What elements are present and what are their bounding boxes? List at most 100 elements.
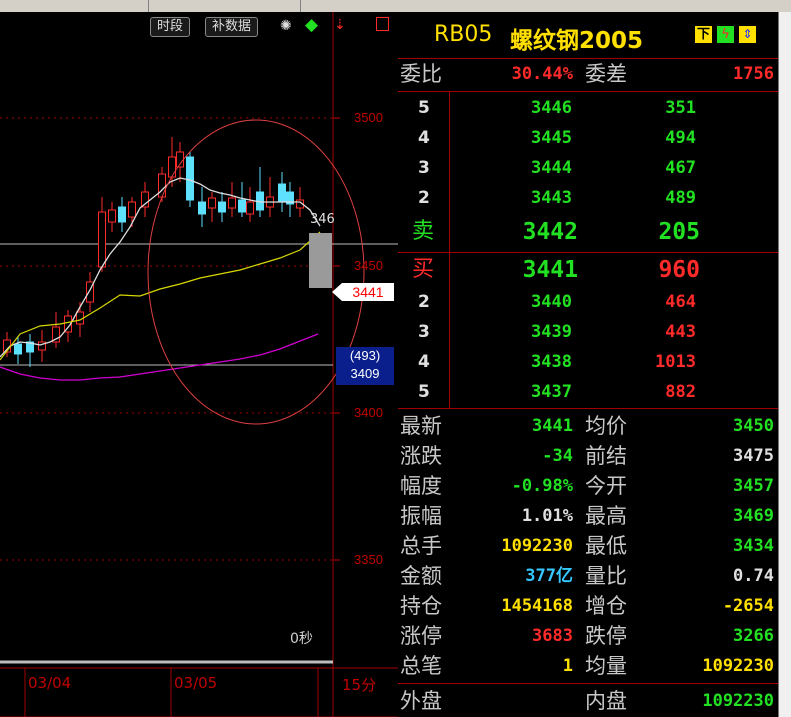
candle-body	[158, 173, 166, 198]
stat-label: 增仓	[585, 594, 627, 618]
seconds-label: 0秒	[290, 631, 313, 647]
stat-value: 3266	[733, 626, 774, 646]
stat-label: 振幅	[400, 504, 442, 528]
sell-volume-best: 205	[658, 219, 700, 245]
lightning-icon[interactable]: ϟ	[717, 26, 734, 43]
supplement-data-button[interactable]: 补数据	[205, 17, 259, 37]
candle-body	[14, 343, 22, 355]
stat-label: 总笔	[400, 654, 442, 678]
candle-body	[198, 201, 206, 215]
stat-value: 377亿	[525, 566, 573, 586]
candle-body	[208, 197, 216, 209]
toolbar-tab[interactable]	[150, 0, 301, 12]
stat-label: 均量	[585, 654, 627, 678]
stat-value: -34	[542, 446, 573, 466]
stat-value: 1454168	[501, 596, 573, 616]
price-pointer-icon	[332, 283, 342, 301]
stat-value: 3469	[733, 506, 774, 526]
right-scrollbar[interactable]	[778, 12, 791, 717]
candle-body	[128, 201, 136, 218]
stat-value: 0.74	[733, 566, 774, 586]
sell-price[interactable]: 3443	[458, 184, 572, 212]
diff-label: 委差	[585, 62, 627, 86]
outer-label: 外盘	[400, 689, 442, 713]
candle-body	[246, 201, 254, 215]
buy-volume: 443	[665, 322, 696, 342]
stat-value: 1092230	[501, 536, 573, 556]
sell-level: 5	[418, 98, 430, 118]
stat-label: 跌停	[585, 624, 627, 648]
buy-level: 3	[418, 322, 430, 342]
candle-body	[168, 156, 176, 178]
window-icon[interactable]	[376, 17, 389, 31]
stat-label: 今开	[585, 474, 627, 498]
ma-long-line	[0, 333, 319, 381]
candle-body	[278, 183, 286, 203]
arrow-down-icon[interactable]: ⇣	[334, 16, 346, 34]
buy-price[interactable]: 3439	[458, 318, 572, 346]
down-button[interactable]: 下	[695, 26, 712, 43]
stat-value: 3457	[733, 476, 774, 496]
stat-value: 3450	[733, 416, 774, 436]
price-tick: 3400	[354, 405, 383, 420]
stat-label: 均价	[585, 414, 627, 438]
buy-price[interactable]: 3437	[458, 378, 572, 406]
divider	[398, 408, 778, 409]
gear-icon[interactable]: ✺	[280, 17, 292, 35]
candle-body	[218, 201, 226, 213]
sell-price[interactable]: 3446	[458, 94, 572, 122]
candle-body	[108, 209, 116, 223]
stat-label: 金额	[400, 564, 442, 588]
inner-value: 1092230	[702, 691, 774, 711]
sell-volume: 489	[665, 188, 696, 208]
divider	[398, 683, 778, 684]
period-button[interactable]: 时段	[150, 17, 191, 37]
sell-price[interactable]: 3444	[458, 154, 572, 182]
sell-volume: 467	[665, 158, 696, 178]
volume-tag-value: (493)	[349, 348, 381, 363]
buy-level: 5	[418, 382, 430, 402]
ratio-label: 委比	[400, 62, 442, 86]
buy-volume: 1013	[655, 352, 696, 372]
quote-panel: RB05 螺纹钢2005 下 ϟ ⇕ 委比 30.44% 委差 1756 5 3…	[398, 12, 778, 717]
date-label: 03/04	[28, 674, 72, 692]
ratio-value: 30.44%	[511, 64, 573, 84]
sell-level: 2	[418, 188, 430, 208]
candle-body	[98, 211, 106, 268]
volume-tag-price: 3409	[350, 366, 380, 381]
stat-label: 幅度	[400, 474, 442, 498]
date-label: 03/05	[174, 674, 218, 692]
sell-price[interactable]: 3445	[458, 124, 572, 152]
buy-level: 2	[418, 292, 430, 312]
stat-value: 3683	[532, 626, 573, 646]
sell-volume: 351	[665, 98, 696, 118]
stat-label: 涨跌	[400, 444, 442, 468]
timeframe-label[interactable]: 15分	[342, 674, 376, 695]
stat-value: 1	[562, 656, 573, 676]
contract-name: 螺纹钢2005	[510, 28, 644, 54]
buy-price[interactable]: 3440	[458, 288, 572, 316]
diamond-icon[interactable]: ◆	[305, 16, 318, 34]
buy-price-best[interactable]: 3441	[458, 256, 578, 284]
stat-label: 前结	[585, 444, 627, 468]
stat-value: -0.98%	[511, 476, 573, 496]
stat-value: 1.01%	[521, 506, 573, 526]
buy-price[interactable]: 3438	[458, 348, 572, 376]
buy-label: 买	[412, 257, 435, 282]
contract-code: RB05	[434, 22, 493, 47]
stat-label: 最新	[400, 414, 442, 438]
divider	[398, 91, 778, 92]
partial-price-label: 346	[310, 212, 335, 227]
stat-value: 3434	[733, 536, 774, 556]
stat-label: 量比	[585, 564, 627, 588]
stat-label: 涨停	[400, 624, 442, 648]
stat-value: 1092230	[702, 656, 774, 676]
stat-label: 最低	[585, 534, 627, 558]
inner-label: 内盘	[585, 689, 627, 713]
sell-price-best[interactable]: 3442	[458, 218, 578, 246]
divider	[449, 92, 450, 408]
window-top-strip	[0, 0, 791, 12]
sort-icon[interactable]: ⇕	[739, 26, 756, 43]
candle-body	[186, 156, 194, 201]
toolbar-tab[interactable]	[0, 0, 149, 12]
